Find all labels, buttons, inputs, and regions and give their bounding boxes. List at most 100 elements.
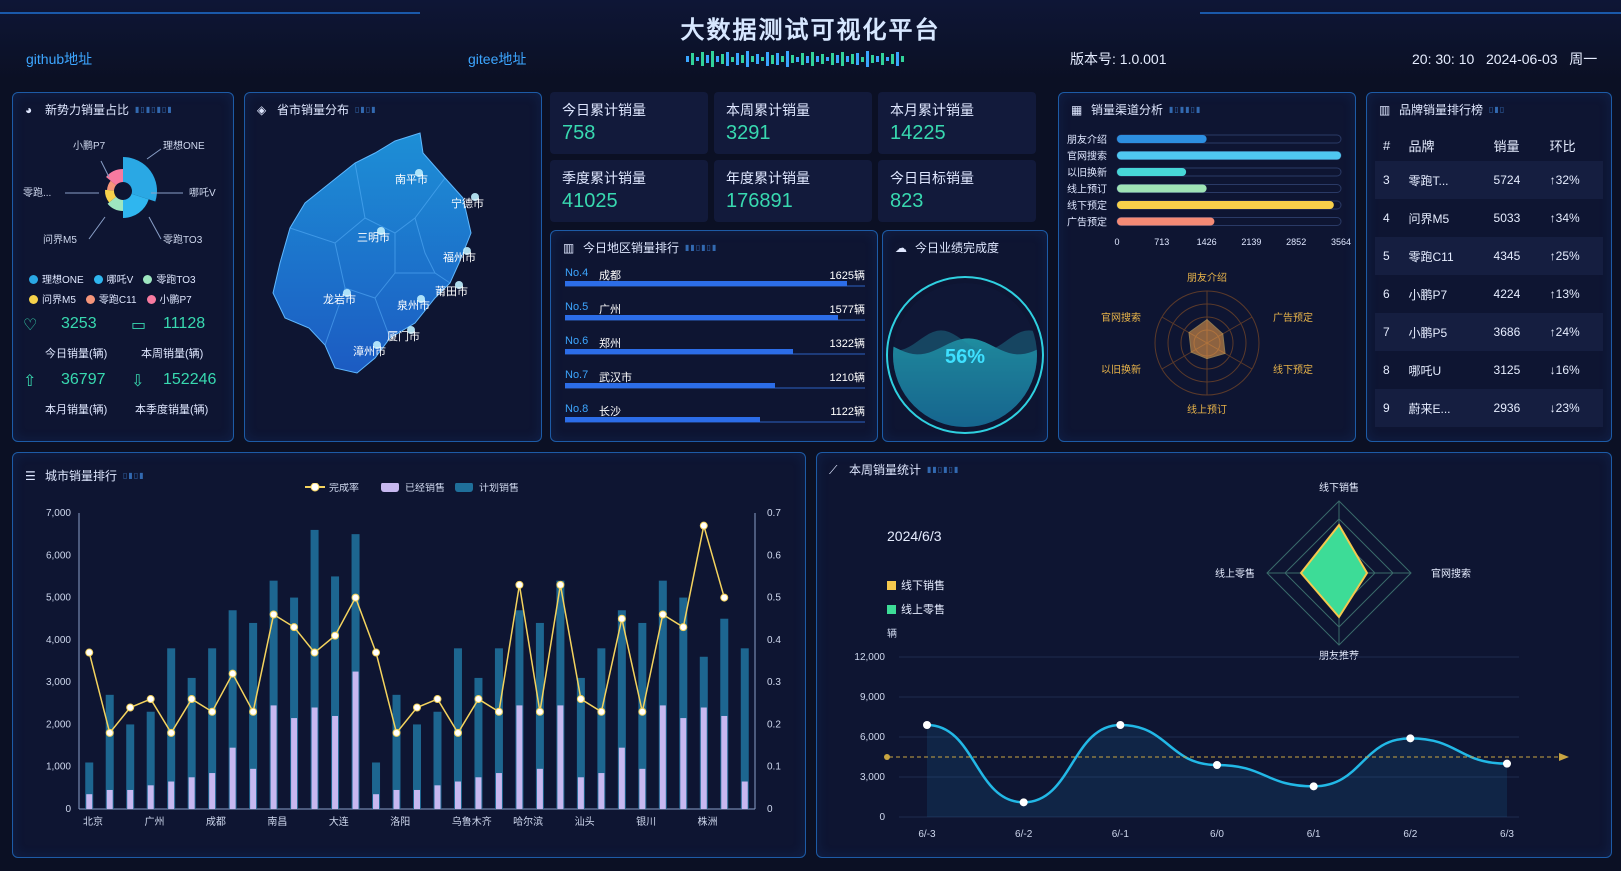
bar-sold-19 bbox=[475, 777, 482, 809]
pie-callout-line-0 bbox=[100, 160, 110, 178]
day-sales-label: 今日销量(辆) bbox=[45, 348, 108, 360]
wave-bar bbox=[746, 51, 749, 67]
table-row[interactable]: 4 问界M5 5033 ↑34% bbox=[1375, 199, 1603, 237]
wave-bar bbox=[871, 55, 874, 63]
radar-label-0: 线下销售 bbox=[1319, 481, 1359, 494]
legend-item[interactable]: 哪吒V bbox=[93, 271, 133, 291]
bar-sold-14 bbox=[373, 794, 380, 809]
rate-point-17 bbox=[433, 695, 442, 704]
y2-tick: 0.3 bbox=[767, 677, 781, 688]
rate-point-15 bbox=[392, 728, 401, 737]
wave-bar bbox=[786, 51, 789, 67]
legend-label: 问界M5 bbox=[42, 295, 76, 306]
table-row[interactable]: 5 零跑C11 4345 ↑25% bbox=[1375, 237, 1603, 275]
table-row[interactable]: 6 小鹏P7 4224 ↑13% bbox=[1375, 275, 1603, 313]
wave-bar bbox=[896, 52, 899, 66]
y2-tick: 0.7 bbox=[767, 508, 781, 519]
channel-tick: 1426 bbox=[1197, 237, 1217, 247]
wave-bar bbox=[826, 57, 829, 61]
channel-tick: 0 bbox=[1114, 237, 1119, 247]
bar-sold-7 bbox=[229, 747, 236, 809]
brand-cell-sales: 3686 bbox=[1485, 313, 1542, 351]
channel-tick: 2139 bbox=[1241, 237, 1261, 247]
table-row[interactable]: 3 零跑T... 5724 ↑32% bbox=[1375, 161, 1603, 199]
bar-sold-0 bbox=[86, 794, 93, 809]
channel-bar-0 bbox=[1117, 135, 1207, 143]
bar-sold-22 bbox=[536, 768, 543, 809]
legend-item[interactable]: 问界M5 bbox=[29, 291, 76, 311]
github-link[interactable]: github地址 bbox=[26, 40, 92, 78]
bar-sold-1 bbox=[106, 789, 113, 809]
region-bar bbox=[565, 417, 760, 422]
radar-label-4: 以旧换新 bbox=[1101, 363, 1141, 376]
wave-bar bbox=[691, 53, 694, 65]
y-tick: 1,000 bbox=[46, 762, 71, 773]
rate-point-16 bbox=[413, 703, 421, 712]
brand-cell-brand: 小鹏P5 bbox=[1400, 313, 1486, 351]
bar-sold-31 bbox=[721, 715, 728, 809]
rate-point-26 bbox=[617, 614, 626, 623]
y-tick: 7,000 bbox=[46, 508, 71, 519]
brand-cell-change: ↑32% bbox=[1541, 161, 1603, 199]
brand-cell-change: ↑25% bbox=[1541, 237, 1603, 275]
stat-label: 今日目标销量 bbox=[890, 170, 974, 186]
rate-point-7 bbox=[228, 669, 237, 678]
rate-point-3 bbox=[146, 695, 155, 704]
panel-title-week: 本周销量统计 bbox=[849, 463, 922, 477]
y-tick: 6,000 bbox=[46, 550, 71, 561]
region-row: No.8 长沙 1122辆 bbox=[565, 401, 865, 435]
legend-item[interactable]: 小鹏P7 bbox=[146, 291, 192, 311]
gitee-link[interactable]: gitee地址 bbox=[468, 40, 526, 78]
bar-sold-15 bbox=[393, 789, 400, 809]
legend-swatch bbox=[455, 483, 473, 492]
legend-item[interactable]: 零跑C11 bbox=[85, 291, 137, 311]
reference-arrow bbox=[1559, 753, 1569, 761]
table-row[interactable]: 9 蔚来E... 2936 ↓23% bbox=[1375, 389, 1603, 427]
brand-cell-sales: 2936 bbox=[1485, 389, 1542, 427]
y2-tick: 0.1 bbox=[767, 762, 781, 773]
wave-bar bbox=[776, 53, 779, 65]
legend-swatch bbox=[887, 605, 896, 614]
x-tick-10: 洛阳 bbox=[390, 815, 410, 828]
stat-value: 176891 bbox=[726, 190, 793, 212]
rate-point-11 bbox=[310, 648, 319, 657]
wave-bar bbox=[801, 53, 804, 65]
rate-point-1 bbox=[105, 728, 114, 737]
title-decoration: ▮▯▮▮▯▮ bbox=[1169, 105, 1202, 114]
bar-sold-9 bbox=[270, 705, 277, 809]
region-no: No.4 bbox=[565, 267, 589, 279]
channel-bar-2 bbox=[1117, 168, 1187, 176]
panel-new-energy-share: ◕ 新势力销量占比 ▮▯▮▯▮▯▮ 小鹏P7 理想ONE 零跑... 哪吒V 问界M… bbox=[12, 92, 234, 442]
channel-tick: 3564 bbox=[1331, 237, 1351, 247]
list-icon: ☰ bbox=[25, 468, 36, 483]
bar-sold-27 bbox=[639, 768, 646, 809]
wave-bar bbox=[756, 54, 759, 64]
legend-dot bbox=[93, 275, 103, 284]
stat-value: 3291 bbox=[726, 122, 771, 144]
bar-sold-4 bbox=[168, 781, 175, 809]
channel-bar-1 bbox=[1117, 151, 1341, 160]
brand-cell-sales: 4224 bbox=[1493, 287, 1521, 301]
panel-week-chart: ⟋ 本周销量统计 ▮▮▯▮▯▮ 2024/6/3 线下销售 线上零售辆线下销售 官网搜索朋… bbox=[816, 452, 1612, 858]
table-row[interactable]: 7 小鹏P5 3686 ↑24% bbox=[1375, 313, 1603, 351]
legend-item[interactable]: 零跑TO3 bbox=[143, 271, 196, 291]
province-shape bbox=[272, 132, 472, 374]
wave-bar bbox=[891, 54, 894, 64]
brand-rank-table: # 品牌 销量 环比 3 零跑T... 5724 ↑32% 4 问界M5 5033 ↑34% 5 零跑C… bbox=[1375, 129, 1603, 427]
rate-point-18 bbox=[453, 728, 462, 737]
city-label-4: 莆田市 bbox=[435, 284, 468, 298]
rate-point-4 bbox=[167, 728, 176, 737]
legend-label-0: 完成率 bbox=[329, 483, 359, 494]
legend-item[interactable]: 理想ONE bbox=[29, 271, 84, 291]
panel-region-rank: ▥ 今日地区销量排行 ▮▮▯▮▯▮ No.4 成都 1625辆 No.5 广州 1577辆 No… bbox=[550, 230, 878, 442]
datetime-label: 20: 30: 10 2024-06-03 周一 bbox=[1412, 51, 1598, 67]
chart-icon: ▭ bbox=[131, 317, 147, 334]
table-row[interactable]: 8 哪吒U 3125 ↓16% bbox=[1375, 351, 1603, 389]
bar-sold-26 bbox=[618, 747, 625, 809]
y-tick: 0 bbox=[65, 804, 71, 815]
bar-sold-25 bbox=[598, 773, 605, 809]
week-sales-label: 本周销量(辆) bbox=[141, 348, 204, 360]
wave-bar bbox=[781, 56, 784, 62]
wave-bar bbox=[741, 55, 744, 63]
radar-area bbox=[1188, 318, 1226, 360]
